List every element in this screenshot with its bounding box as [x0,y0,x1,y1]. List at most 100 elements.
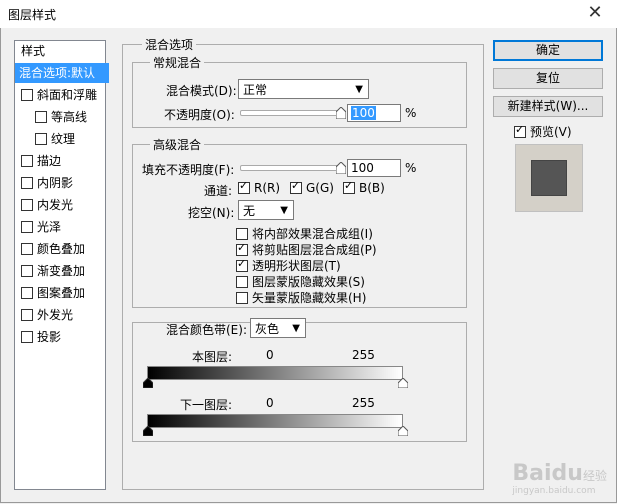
style-item-color-overlay[interactable]: 颜色叠加 [15,239,111,259]
channel-g-checkbox[interactable] [290,179,302,194]
window-title: 图层样式 [8,8,57,22]
style-item-label: 颜色叠加 [37,242,86,256]
opacity-input[interactable]: 100 [347,104,401,122]
style-item-pattern-overlay[interactable]: 图案叠加 [15,283,111,303]
satin-checkbox[interactable] [21,220,33,233]
title-bar: 图层样式 ✕ [0,0,617,28]
channel-b-label: B(B) [359,181,385,195]
style-item-label: 纹理 [51,132,76,146]
style-item-label: 光泽 [37,220,62,234]
reset-button[interactable]: 复位 [493,68,603,89]
this-layer-max: 255 [352,348,375,362]
style-item-label: 斜面和浮雕 [37,88,98,102]
channel-g[interactable]: G(G) [290,179,334,195]
style-item-bevel-emboss[interactable]: 斜面和浮雕 [15,85,111,105]
general-blending-title: 常规混合 [150,54,205,71]
channel-b-checkbox[interactable] [343,179,355,194]
drop-shadow-checkbox[interactable] [21,330,33,343]
preview-swatch [531,160,567,196]
blend-if-label: 混合颜色带(E): [166,323,247,337]
blend-clipped-checkbox[interactable] [236,241,248,256]
style-item-contour[interactable]: 等高线 [15,107,125,127]
channel-r-label: R(R) [254,181,281,195]
knockout-select[interactable]: 无 ▼ [238,200,294,220]
this-layer-black-slider[interactable] [143,378,153,388]
blend-interior-checkbox[interactable] [236,227,248,240]
underlying-layer-gradient [147,414,403,428]
preview-toggle[interactable]: 预览(V) [514,123,572,140]
texture-checkbox[interactable] [35,132,47,145]
option-blend-interior[interactable]: 将内部效果混合成组(I) [236,225,373,242]
style-item-label: 描边 [37,154,62,168]
option-label: 矢量蒙版隐藏效果(H) [252,291,367,305]
preview-label: 预览(V) [530,125,572,139]
style-item-blending-options[interactable]: 混合选项:默认 [15,63,109,83]
stroke-checkbox[interactable] [21,154,33,167]
ok-button[interactable]: 确定 [493,40,603,61]
bevel-emboss-checkbox[interactable] [21,88,33,101]
style-item-label: 图案叠加 [37,286,86,300]
fill-opacity-slider-thumb[interactable] [336,162,346,174]
blend-mode-label: 混合模式(D): [166,84,237,98]
knockout-value: 无 [243,204,256,218]
style-item-texture[interactable]: 纹理 [15,129,125,149]
fill-opacity-label: 填充不透明度(F): [142,163,235,177]
channel-g-label: G(G) [306,181,334,195]
channel-r[interactable]: R(R) [238,179,281,195]
chevron-down-icon: ▼ [280,205,288,216]
fill-opacity-input[interactable]: 100 [347,159,401,177]
inner-glow-checkbox[interactable] [21,198,33,211]
underlying-layer-white-slider[interactable] [398,426,408,436]
option-vector-mask-hides[interactable]: 矢量蒙版隐藏效果(H) [236,289,366,306]
underlying-layer-label: 下一图层: [180,398,233,412]
styles-header[interactable]: 样式 [15,41,111,61]
option-label: 透明形状图层(T) [252,259,341,273]
opacity-slider-thumb[interactable] [336,107,346,119]
advanced-blending-title: 高级混合 [150,136,205,153]
style-item-label: 内发光 [37,198,74,212]
fill-opacity-value: 100 [351,161,374,175]
gradient-overlay-checkbox[interactable] [21,264,33,277]
opacity-value: 100 [351,106,376,120]
color-overlay-checkbox[interactable] [21,242,33,255]
channel-r-checkbox[interactable] [238,179,250,194]
option-transparency-shapes[interactable]: 透明形状图层(T) [236,257,341,274]
blend-if-value: 灰色 [255,322,280,336]
contour-checkbox[interactable] [35,110,47,123]
option-layer-mask-hides[interactable]: 图层蒙版隐藏效果(S) [236,273,365,290]
option-blend-clipped[interactable]: 将剪贴图层混合成组(P) [236,241,377,258]
blend-if-select[interactable]: 灰色 ▼ [250,318,306,338]
style-item-drop-shadow[interactable]: 投影 [15,327,111,347]
close-icon[interactable]: ✕ [583,2,607,24]
style-item-stroke[interactable]: 描边 [15,151,111,171]
preview-checkbox[interactable] [514,123,526,138]
new-style-button[interactable]: 新建样式(W)... [493,96,603,117]
outer-glow-checkbox[interactable] [21,308,33,321]
fill-opacity-slider[interactable] [240,165,346,171]
knockout-label: 挖空(N): [188,206,235,220]
fill-opacity-unit: % [405,161,417,175]
style-item-inner-glow[interactable]: 内发光 [15,195,111,215]
watermark-sub: 经验 [582,469,607,483]
vector-mask-hides-checkbox[interactable] [236,291,248,304]
this-layer-white-slider[interactable] [398,378,408,388]
style-item-gradient-overlay[interactable]: 渐变叠加 [15,261,111,281]
watermark-text: Baidu [512,461,583,486]
style-item-label: 等高线 [51,110,88,124]
style-item-satin[interactable]: 光泽 [15,217,111,237]
style-item-label: 混合选项:默认 [19,66,96,80]
style-item-inner-shadow[interactable]: 内阴影 [15,173,111,193]
inner-shadow-checkbox[interactable] [21,176,33,189]
underlying-layer-black-slider[interactable] [143,426,153,436]
opacity-unit: % [405,106,417,120]
opacity-slider[interactable] [240,110,346,116]
channel-b[interactable]: B(B) [343,179,385,195]
channels-label: 通道: [204,184,233,198]
style-item-label: 外发光 [37,308,74,322]
style-item-outer-glow[interactable]: 外发光 [15,305,111,325]
transparency-shapes-checkbox[interactable] [236,257,248,272]
this-layer-label: 本图层: [192,350,233,364]
blend-mode-select[interactable]: 正常 ▼ [238,79,369,99]
layer-mask-hides-checkbox[interactable] [236,275,248,288]
pattern-overlay-checkbox[interactable] [21,286,33,299]
